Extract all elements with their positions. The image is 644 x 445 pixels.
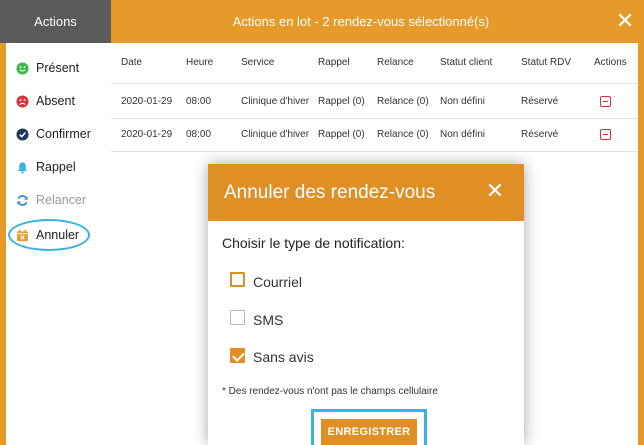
cell-date: 2020-01-29 <box>121 129 173 140</box>
option-courriel[interactable]: Courriel <box>230 268 302 290</box>
notification-type-prompt: Choisir le type de notification: <box>222 235 405 251</box>
column-header-actions: Actions <box>594 57 627 68</box>
modal-header: Annuler des rendez-vous ✕ <box>208 164 524 221</box>
sidebar-item-label: Confirmer <box>36 127 91 141</box>
column-header-relance: Relance <box>377 57 414 68</box>
cell-statut-client: Non défini <box>440 96 486 107</box>
option-sms[interactable]: SMS <box>230 306 283 328</box>
smile-icon <box>16 61 29 75</box>
modal-title: Annuler des rendez-vous <box>224 182 436 203</box>
column-header-date: Date <box>121 57 143 68</box>
close-icon[interactable]: ✕ <box>482 178 508 204</box>
sidebar-item-label: Présent <box>36 61 80 75</box>
minus-square-icon[interactable] <box>600 129 611 140</box>
sidebar-item-label: Relancer <box>36 193 87 207</box>
cell-rappel: Rappel (0) <box>318 129 365 140</box>
frown-icon <box>16 94 29 108</box>
cell-heure: 08:00 <box>186 129 212 140</box>
row-divider <box>111 118 638 119</box>
save-highlight-box: ENREGISTRER <box>311 409 427 445</box>
save-button[interactable]: ENREGISTRER <box>321 419 417 445</box>
column-header-statut-client: Statut client <box>440 57 493 68</box>
refresh-icon <box>16 194 29 207</box>
column-header-rappel: Rappel <box>318 57 350 68</box>
option-label: Courriel <box>253 274 303 290</box>
cell-service: Clinique d'hiver <box>241 96 310 107</box>
sidebar-item-rappel[interactable]: Rappel <box>16 154 76 180</box>
cell-relance: Relance (0) <box>377 129 429 140</box>
close-icon[interactable]: ✕ <box>612 8 638 34</box>
sidebar-item-label: Absent <box>36 94 75 108</box>
check-circle-icon <box>16 127 29 141</box>
option-label: Sans avis <box>253 349 314 365</box>
cell-date: 2020-01-29 <box>121 96 173 107</box>
cell-heure: 08:00 <box>186 96 212 107</box>
sms-checkbox[interactable] <box>230 309 245 325</box>
option-sans-avis[interactable]: Sans avis <box>230 345 314 365</box>
column-header-statut-rdv: Statut RDV <box>521 57 572 68</box>
cell-rappel: Rappel (0) <box>318 96 365 107</box>
cancel-appointments-modal: Annuler des rendez-vous ✕ Choisir le typ… <box>208 164 524 445</box>
sidebar-item-confirmer[interactable]: Confirmer <box>16 121 91 147</box>
option-label: SMS <box>253 312 284 328</box>
minus-square-icon[interactable] <box>600 96 611 107</box>
row-divider <box>111 151 638 152</box>
panel-title: Actions en lot - 2 rendez-vous sélection… <box>232 14 490 29</box>
sidebar-item-label: Rappel <box>36 160 76 174</box>
bell-icon <box>16 161 29 174</box>
missing-cell-note: * Des rendez-vous n'ont pas le champs ce… <box>222 386 438 397</box>
courriel-checkbox[interactable] <box>230 271 245 287</box>
sidebar-item-relancer[interactable]: Relancer <box>16 187 86 213</box>
header-bar: Actions Actions en lot - 2 rendez-vous s… <box>0 0 644 43</box>
cell-statut-client: Non défini <box>440 129 486 140</box>
actions-sidebar: Présent Absent Confirmer Rappel Relancer… <box>6 43 111 445</box>
cell-statut-rdv: Réservé <box>521 129 559 140</box>
cell-service: Clinique d'hiver <box>241 129 310 140</box>
annuler-highlight-ring <box>8 219 90 251</box>
sidebar-item-absent[interactable]: Absent <box>16 88 75 114</box>
column-header-heure: Heure <box>186 57 214 68</box>
row-divider <box>111 83 638 84</box>
sidebar-item-present[interactable]: Présent <box>16 55 79 81</box>
actions-header-label: Actions <box>0 0 111 43</box>
cell-statut-rdv: Réservé <box>521 96 559 107</box>
cell-relance: Relance (0) <box>377 96 429 107</box>
column-header-service: Service <box>241 57 275 68</box>
sans-avis-checkbox[interactable] <box>230 347 245 363</box>
